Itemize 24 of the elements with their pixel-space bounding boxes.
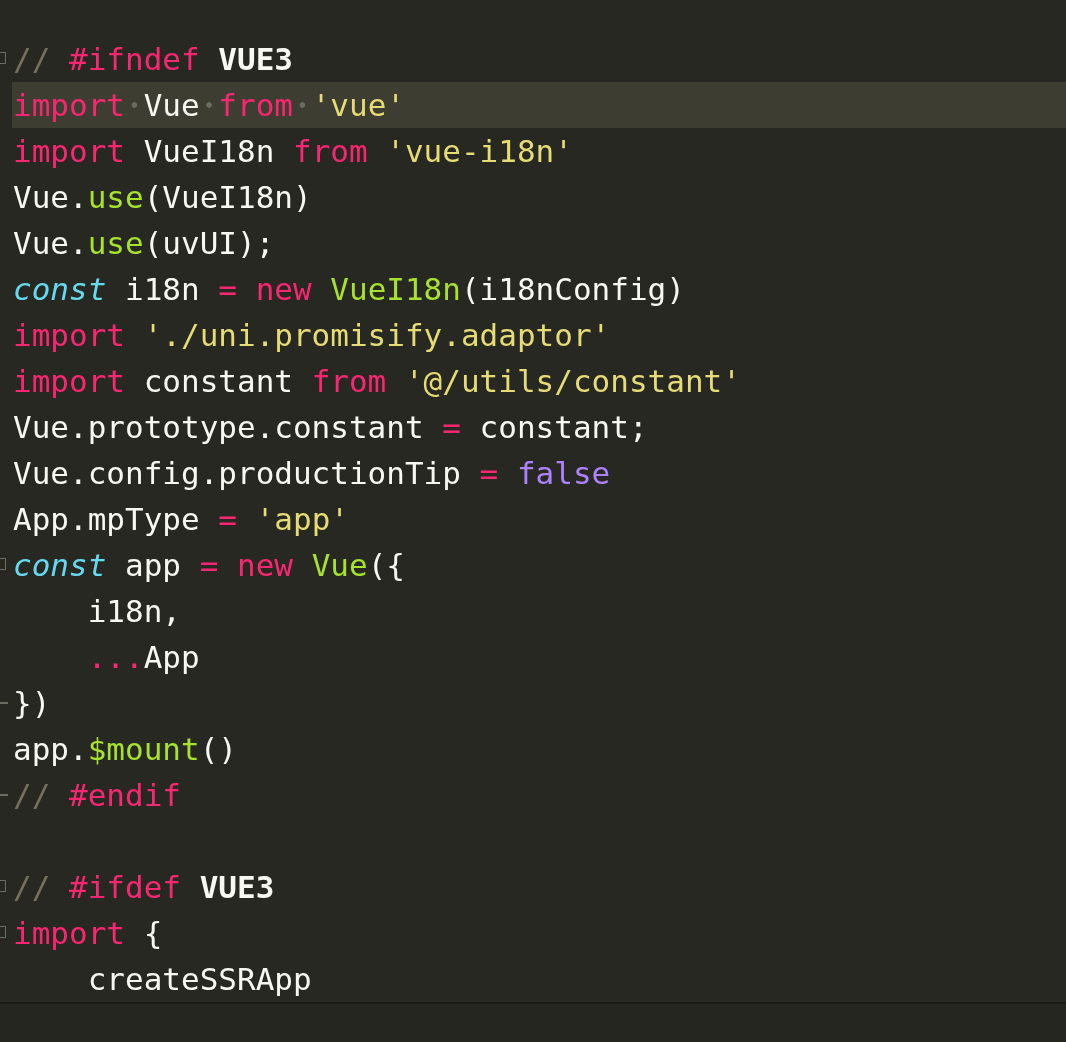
fold-marker-icon[interactable] [0, 880, 6, 892]
code-line: import constant from '@/utils/constant' [13, 362, 741, 401]
code-line: ...App [86, 638, 200, 677]
code-line: const i18n = new VueI18n(i18nConfig) [13, 270, 685, 309]
code-line: // #ifndef VUE3 [13, 40, 293, 79]
code-line: import './uni.promisify.adaptor' [13, 316, 611, 355]
code-line: i18n, [86, 592, 181, 631]
code-line: const app = new Vue({ [13, 546, 405, 585]
code-line: app.$mount() [13, 730, 237, 769]
fold-marker-icon[interactable] [0, 926, 6, 938]
code-line: Vue.config.productionTip = false [13, 454, 611, 493]
fold-marker-icon[interactable] [0, 52, 6, 64]
code-line: // #endif [13, 776, 181, 815]
code-line: import Vue from 'vue' [13, 86, 405, 125]
code-line: import VueI18n from 'vue-i18n' [13, 132, 573, 171]
code-line: // #ifdef VUE3 [13, 868, 275, 907]
code-line: Vue.use(uvUI); [13, 224, 275, 263]
code-line: App.mpType = 'app' [13, 500, 349, 539]
code-line: createSSRApp [86, 960, 312, 999]
code-line: Vue.use(VueI18n) [13, 178, 312, 217]
fold-marker-icon[interactable] [0, 558, 6, 570]
code-line: Vue.prototype.constant = constant; [13, 408, 648, 447]
code-line: import { [13, 914, 163, 953]
code-line: }) [13, 684, 51, 723]
